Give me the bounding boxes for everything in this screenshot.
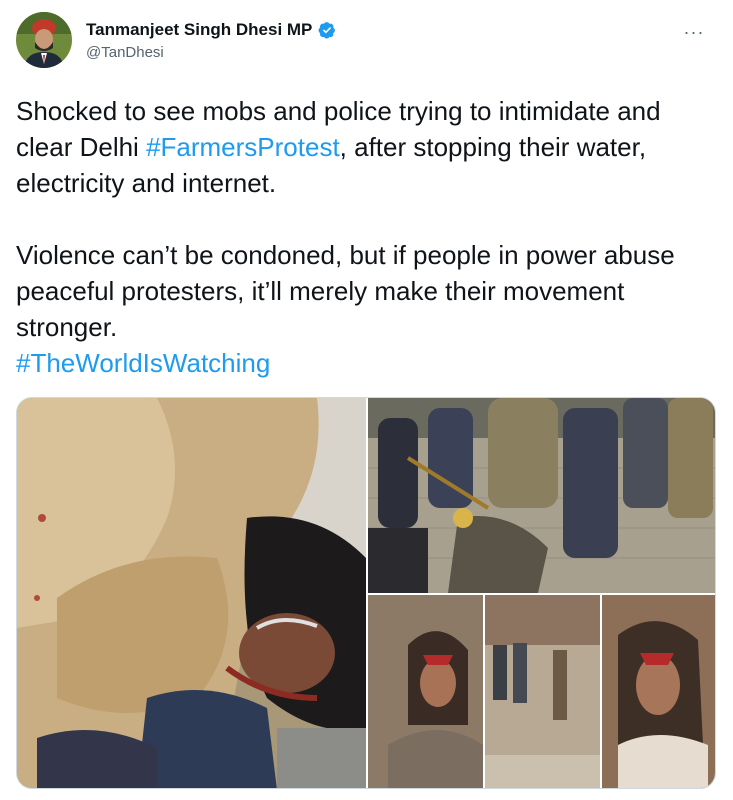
author-handle[interactable]: @TanDhesi	[86, 44, 336, 61]
tweet-paragraph-3: #TheWorldIsWatching	[16, 345, 716, 381]
avatar-image	[16, 12, 72, 68]
photo-police-beating-protesters[interactable]	[368, 398, 715, 593]
tweet-text: Shocked to see mobs and police trying to…	[16, 93, 716, 381]
author-block: Tanmanjeet Singh Dhesi MP @TanDhesi	[86, 20, 336, 61]
tweet-paragraph-2: Violence can’t be condoned, but if peopl…	[16, 240, 675, 342]
photo-protester-pinned-to-ground[interactable]	[17, 398, 366, 788]
verified-badge-icon	[318, 21, 336, 39]
tweet-paragraph-1: Shocked to see mobs and police trying to…	[16, 93, 716, 201]
author-name-row[interactable]: Tanmanjeet Singh Dhesi MP	[86, 20, 336, 40]
hashtag-theworldiswatching[interactable]: #TheWorldIsWatching	[16, 348, 270, 378]
media-grid	[16, 397, 716, 789]
avatar[interactable]	[16, 12, 72, 68]
tweet-header: Tanmanjeet Singh Dhesi MP @TanDhesi ···	[16, 12, 716, 76]
author-name[interactable]: Tanmanjeet Singh Dhesi MP	[86, 20, 312, 40]
more-horizontal-icon[interactable]: ···	[680, 22, 708, 42]
photo-collage-injured-protester[interactable]	[368, 595, 715, 788]
tweet-card: Tanmanjeet Singh Dhesi MP @TanDhesi ··· …	[0, 0, 733, 800]
hashtag-farmersprotest[interactable]: #FarmersProtest	[146, 132, 340, 162]
